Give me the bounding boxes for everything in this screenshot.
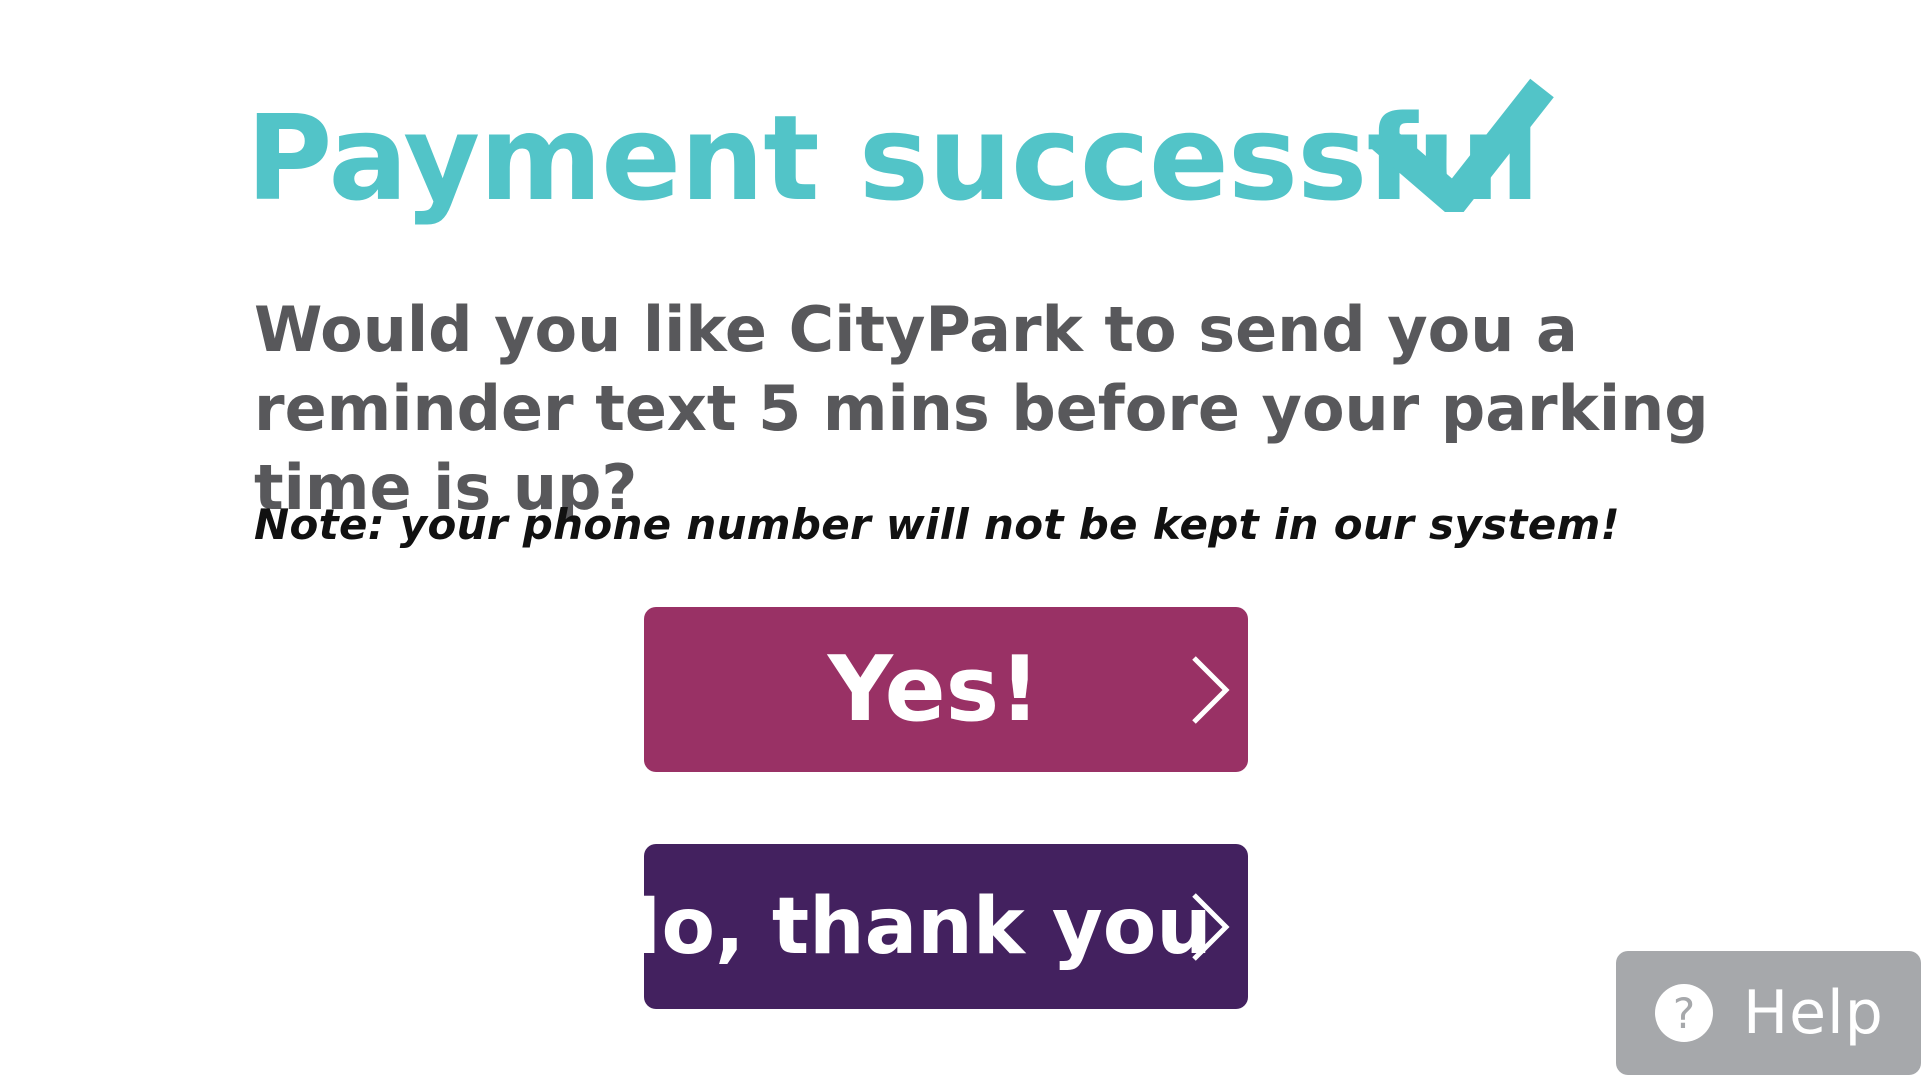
privacy-note: Note: your phone number will not be kept… [254, 500, 1621, 549]
checkmark-icon [1372, 78, 1554, 212]
question-circle-icon: ? [1655, 984, 1713, 1042]
no-thank-you-button[interactable]: No, thank you [596, 844, 1248, 1009]
chevron-right-icon [1192, 655, 1230, 724]
yes-button[interactable]: Yes! [644, 607, 1248, 772]
help-label: Help [1743, 978, 1884, 1048]
chevron-right-icon [1192, 892, 1230, 961]
help-button[interactable]: ? Help [1616, 951, 1921, 1075]
page-title: Payment successful [246, 89, 1540, 227]
no-button-label: No, thank you [596, 881, 1212, 972]
reminder-question: Would you like CityPark to send you a re… [254, 293, 1709, 524]
yes-button-label: Yes! [827, 637, 1041, 742]
